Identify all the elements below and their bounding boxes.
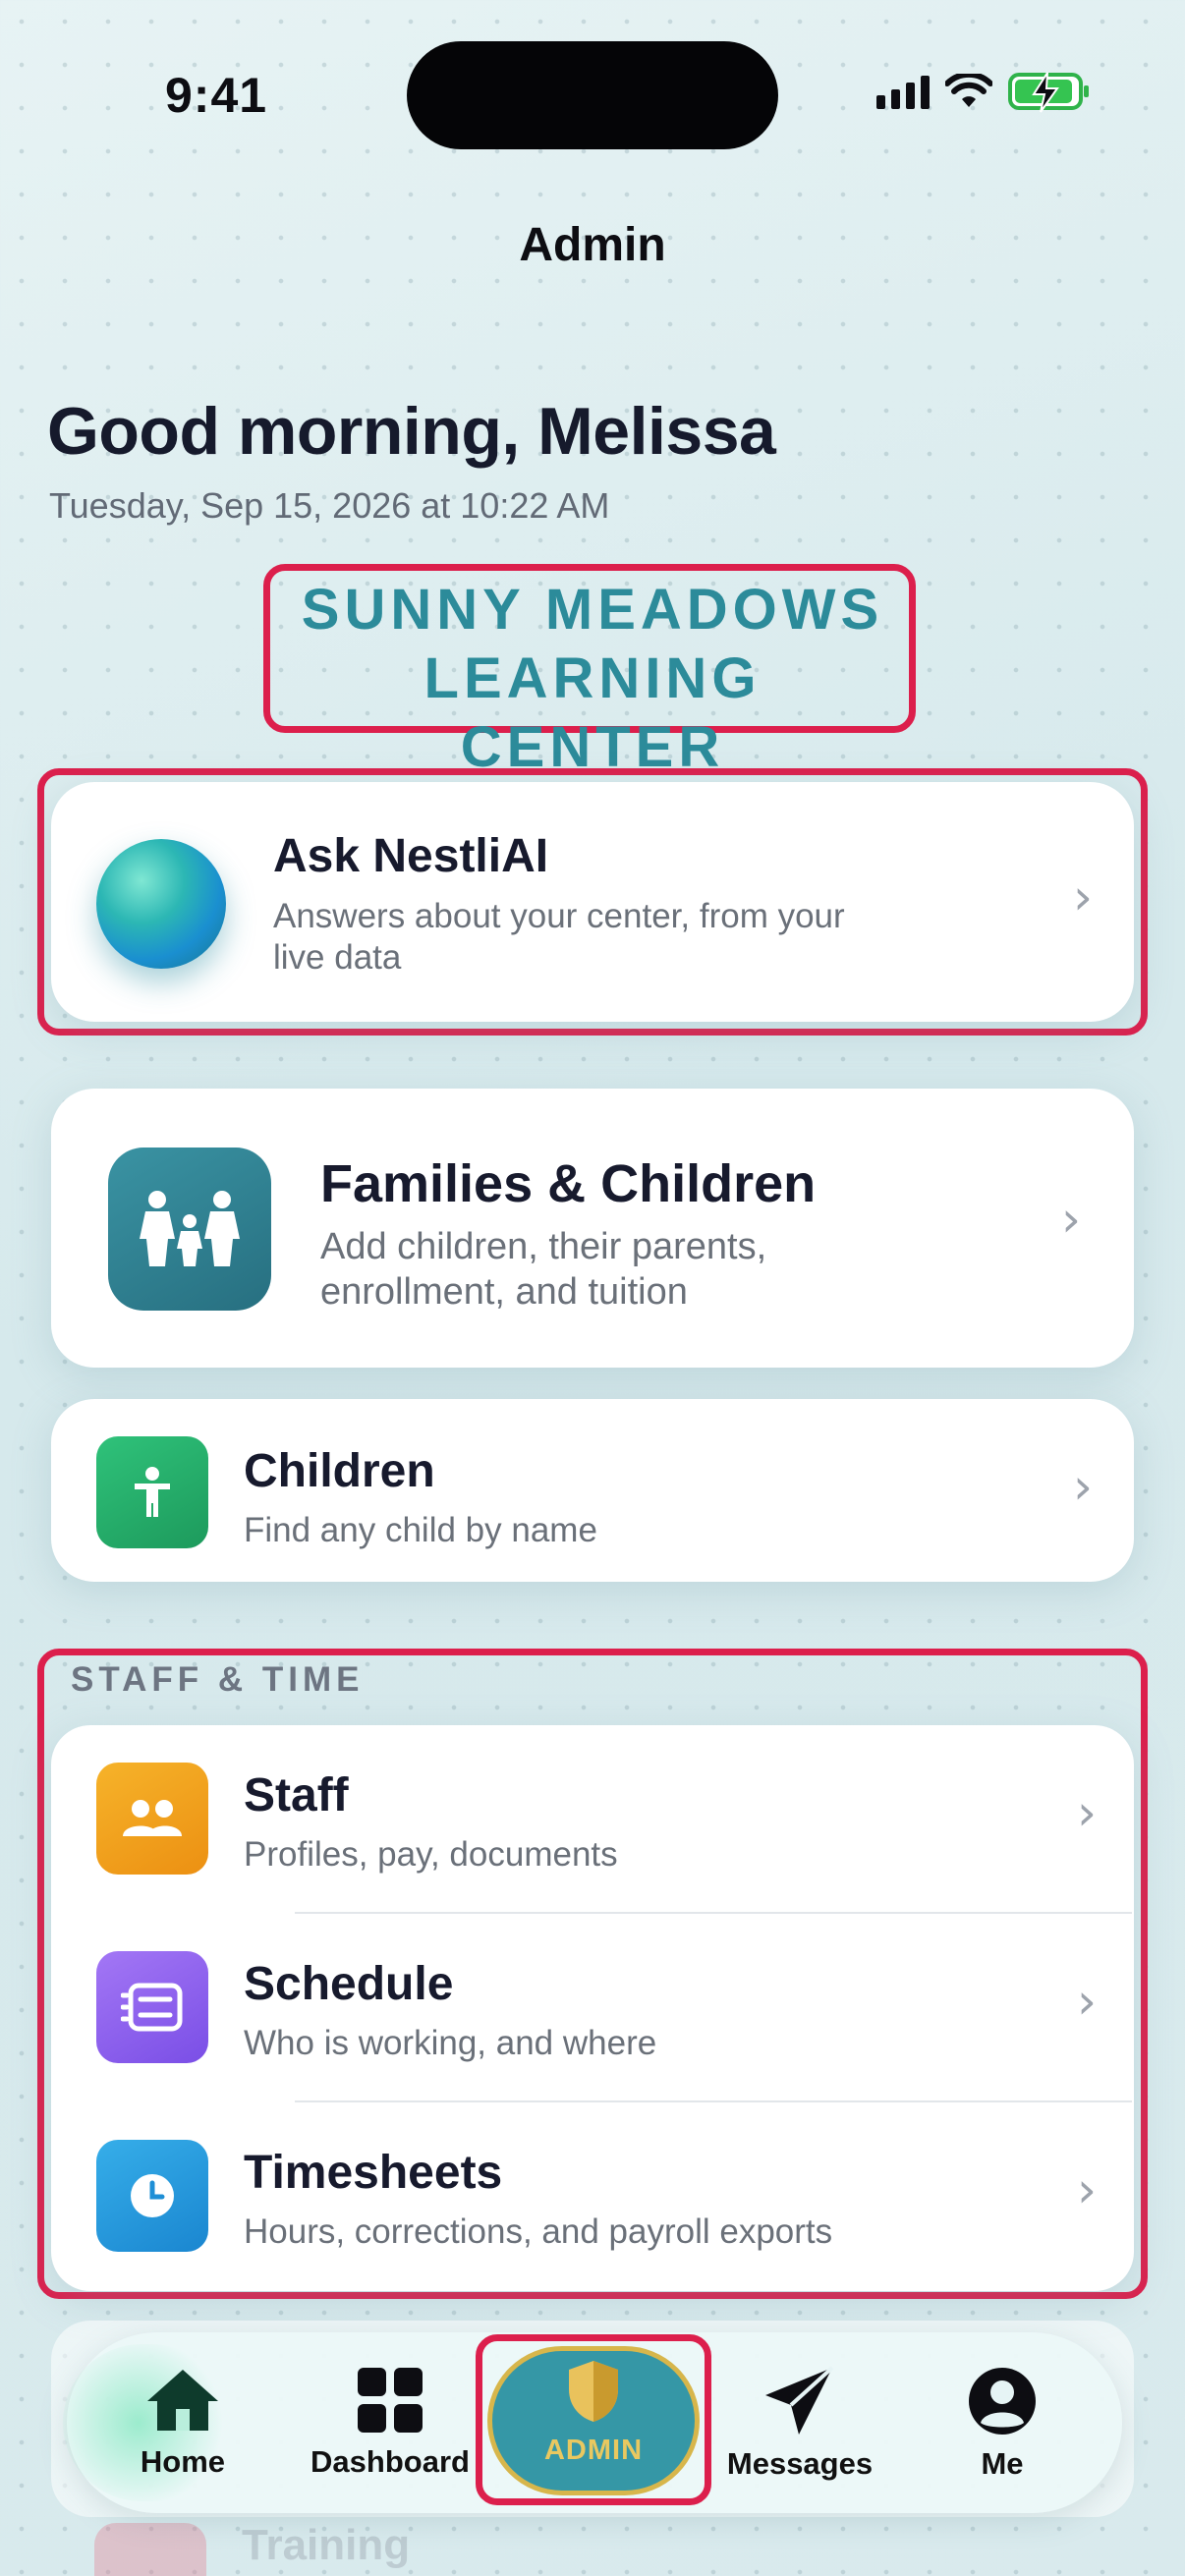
chevron-right-icon: › xyxy=(1073,1458,1093,1515)
children-title: Children xyxy=(244,1445,435,1497)
tab-me[interactable]: Me xyxy=(943,2366,1061,2482)
row-divider xyxy=(295,2100,1132,2102)
schedule-row[interactable]: Schedule Who is working, and where › xyxy=(53,1916,1136,2104)
chevron-right-icon: › xyxy=(1061,1191,1081,1248)
status-icons xyxy=(876,72,1089,113)
nav-title: Admin xyxy=(519,219,666,271)
chevron-right-icon: › xyxy=(1077,1973,1097,2030)
cellular-signal-icon xyxy=(876,74,930,109)
status-time: 9:41 xyxy=(165,68,268,123)
child-icon xyxy=(96,1436,208,1548)
dynamic-island xyxy=(407,41,778,149)
chevron-right-icon: › xyxy=(1073,868,1093,925)
schedule-icon xyxy=(96,1951,208,2063)
chevron-right-icon: › xyxy=(1077,1784,1097,1841)
tab-messages[interactable]: Messages xyxy=(721,2366,878,2482)
timesheets-row[interactable]: Timesheets Hours, corrections, and payro… xyxy=(53,2104,1136,2293)
center-name-line2: LEARNING CENTER xyxy=(423,646,762,779)
admin-tab-highlight xyxy=(476,2334,711,2505)
house-icon xyxy=(147,2370,218,2431)
families-subtitle: Add children, their parents, enrollment,… xyxy=(320,1226,767,1313)
training-row-peek[interactable]: Training xyxy=(51,2513,1134,2576)
staff-subtitle: Profiles, pay, documents xyxy=(244,1835,618,1874)
grid-icon xyxy=(358,2368,423,2433)
families-card[interactable]: Families & Children Add children, their … xyxy=(51,1089,1134,1368)
families-title: Families & Children xyxy=(320,1154,817,1213)
staff-title: Staff xyxy=(244,1769,349,1821)
training-title: Training xyxy=(242,2521,411,2569)
people-icon xyxy=(96,1763,208,1875)
paper-plane-icon xyxy=(765,2366,834,2435)
ask-ai-subtitle: Answers about your center, from your liv… xyxy=(273,897,845,977)
staff-group-card: Staff Profiles, pay, documents › Schedul… xyxy=(51,1725,1134,2291)
wifi-icon xyxy=(945,74,992,107)
tab-me-label: Me xyxy=(981,2446,1024,2481)
center-name-line1: SUNNY MEADOWS xyxy=(301,578,884,642)
family-icon xyxy=(108,1148,271,1311)
training-icon xyxy=(94,2523,206,2576)
schedule-title: Schedule xyxy=(244,1958,454,2010)
timesheets-title: Timesheets xyxy=(244,2147,503,2199)
children-card[interactable]: Children Find any child by name › xyxy=(51,1399,1134,1582)
ai-orb-icon xyxy=(96,839,226,969)
staff-section-label: STAFF & TIME xyxy=(71,1660,365,1699)
tab-dashboard-label: Dashboard xyxy=(310,2444,470,2479)
tab-home-label: Home xyxy=(140,2444,226,2479)
ask-ai-card[interactable]: Ask NestliAI Answers about your center, … xyxy=(51,782,1134,1022)
row-divider xyxy=(295,1912,1132,1914)
tab-messages-label: Messages xyxy=(726,2446,874,2481)
ask-ai-title: Ask NestliAI xyxy=(273,830,549,882)
greeting-heading: Good morning, Melissa xyxy=(47,394,776,469)
tab-home[interactable]: Home xyxy=(124,2366,242,2480)
center-name: SUNNY MEADOWS LEARNING CENTER xyxy=(285,576,900,782)
person-circle-icon xyxy=(969,2368,1036,2435)
tab-dashboard[interactable]: Dashboard xyxy=(307,2366,474,2480)
clock-icon xyxy=(96,2140,208,2252)
schedule-subtitle: Who is working, and where xyxy=(244,2024,657,2062)
timesheets-subtitle: Hours, corrections, and payroll exports xyxy=(244,2212,833,2251)
staff-row[interactable]: Staff Profiles, pay, documents › xyxy=(53,1727,1136,1916)
children-subtitle: Find any child by name xyxy=(244,1511,597,1549)
chevron-right-icon: › xyxy=(1077,2161,1097,2218)
date-line: Tuesday, Sep 15, 2026 at 10:22 AM xyxy=(49,485,610,526)
battery-icon xyxy=(1008,72,1089,113)
